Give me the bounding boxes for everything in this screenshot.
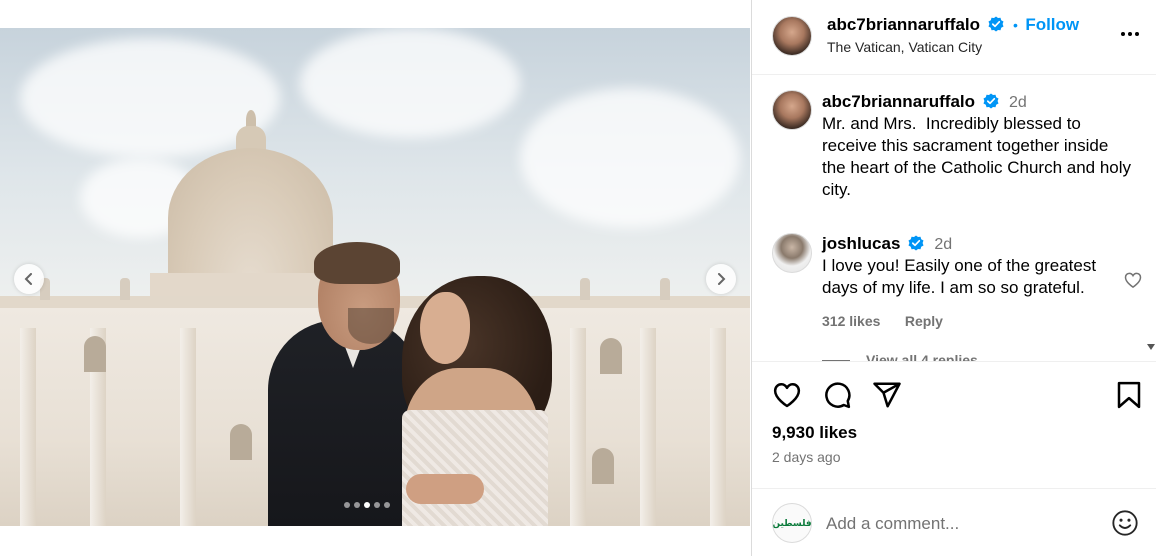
window — [230, 424, 252, 460]
chevron-right-icon — [718, 273, 726, 285]
comment-likes[interactable]: 312 likes — [822, 313, 880, 329]
window — [592, 448, 614, 484]
author-username[interactable]: abc7briannaruffalo — [827, 15, 980, 34]
current-user-avatar[interactable]: فلسطين — [772, 503, 812, 543]
more-dot — [1128, 32, 1132, 36]
cloud — [520, 88, 740, 228]
carousel-indicator — [344, 502, 390, 508]
verified-badge-icon — [908, 235, 924, 251]
window — [600, 338, 622, 374]
carousel-prev-button[interactable] — [14, 264, 44, 294]
column — [20, 328, 36, 526]
view-replies-button[interactable]: View all 4 replies — [822, 352, 978, 362]
comment-input[interactable] — [826, 511, 1096, 537]
bride-hand — [406, 474, 484, 504]
separator-dot: • — [1012, 17, 1018, 33]
carousel-dot — [384, 502, 390, 508]
comment-item: joshlucas 2d I love you! Easily one of t… — [822, 234, 1112, 331]
verified-badge-icon — [988, 16, 1003, 32]
groom-suit — [268, 320, 418, 526]
comment-text: I love you! Easily one of the greatest d… — [822, 256, 1097, 297]
column — [710, 328, 726, 526]
author-avatar[interactable] — [772, 16, 812, 56]
more-options-button[interactable] — [1115, 22, 1145, 46]
caption: abc7briannaruffalo 2d Mr. and Mrs. Incre… — [822, 92, 1132, 201]
basilica-dome — [168, 148, 333, 288]
statue — [120, 278, 130, 300]
statue — [580, 278, 590, 300]
statue — [660, 278, 670, 300]
like-count[interactable]: 9,930 likes — [772, 423, 857, 443]
carousel-next-button[interactable] — [706, 264, 736, 294]
post-sidebar: abc7briannaruffalo • Follow The Vatican,… — [751, 0, 1156, 556]
window — [84, 336, 106, 372]
comment-time[interactable]: 2d — [934, 236, 952, 253]
view-replies-text: View all 4 replies — [866, 352, 978, 362]
chevron-left-icon — [24, 273, 32, 285]
cloud — [300, 28, 520, 138]
bride-dress — [402, 410, 548, 526]
comment-username[interactable]: joshlucas — [822, 234, 900, 253]
share-icon[interactable] — [872, 380, 902, 410]
caption-username[interactable]: abc7briannaruffalo — [822, 92, 975, 111]
caption-avatar[interactable] — [772, 90, 812, 130]
avatar-text: فلسطين — [772, 517, 812, 528]
replies-line — [822, 359, 850, 361]
groom-hair — [314, 242, 400, 284]
add-comment-bar: فلسطين — [752, 488, 1156, 556]
bookmark-icon[interactable] — [1114, 380, 1144, 410]
carousel-dot — [374, 502, 380, 508]
caption-time[interactable]: 2d — [1009, 94, 1027, 111]
post-location[interactable]: The Vatican, Vatican City — [827, 39, 982, 55]
comment-icon[interactable] — [822, 380, 852, 410]
post-media — [0, 0, 750, 556]
post-actions — [772, 380, 1142, 412]
commenter-avatar[interactable] — [772, 233, 812, 273]
more-options-icon — [1121, 32, 1125, 36]
author-line: abc7briannaruffalo • Follow — [827, 15, 1079, 35]
column — [570, 328, 586, 526]
carousel-dot — [364, 502, 370, 508]
follow-button[interactable]: Follow — [1025, 15, 1079, 34]
post-time[interactable]: 2 days ago — [772, 449, 841, 465]
heart-icon[interactable] — [772, 380, 802, 410]
comments-section[interactable]: abc7briannaruffalo 2d Mr. and Mrs. Incre… — [752, 76, 1156, 362]
emoji-icon[interactable] — [1111, 509, 1139, 537]
verified-badge-icon — [983, 93, 998, 109]
carousel-dot — [354, 502, 360, 508]
post-photo[interactable] — [0, 28, 750, 526]
caption-text: Mr. and Mrs. Incredibly blessed to recei… — [822, 114, 1136, 199]
groom-beard — [348, 308, 394, 344]
column — [180, 328, 196, 526]
column — [640, 328, 656, 526]
bride-face — [420, 292, 470, 364]
more-dot — [1135, 32, 1139, 36]
reply-button[interactable]: Reply — [905, 313, 943, 329]
carousel-dot — [344, 502, 350, 508]
comment-like-icon[interactable] — [1123, 270, 1143, 290]
scroll-down-icon[interactable] — [1147, 344, 1155, 350]
post-header: abc7briannaruffalo • Follow The Vatican,… — [752, 0, 1156, 75]
